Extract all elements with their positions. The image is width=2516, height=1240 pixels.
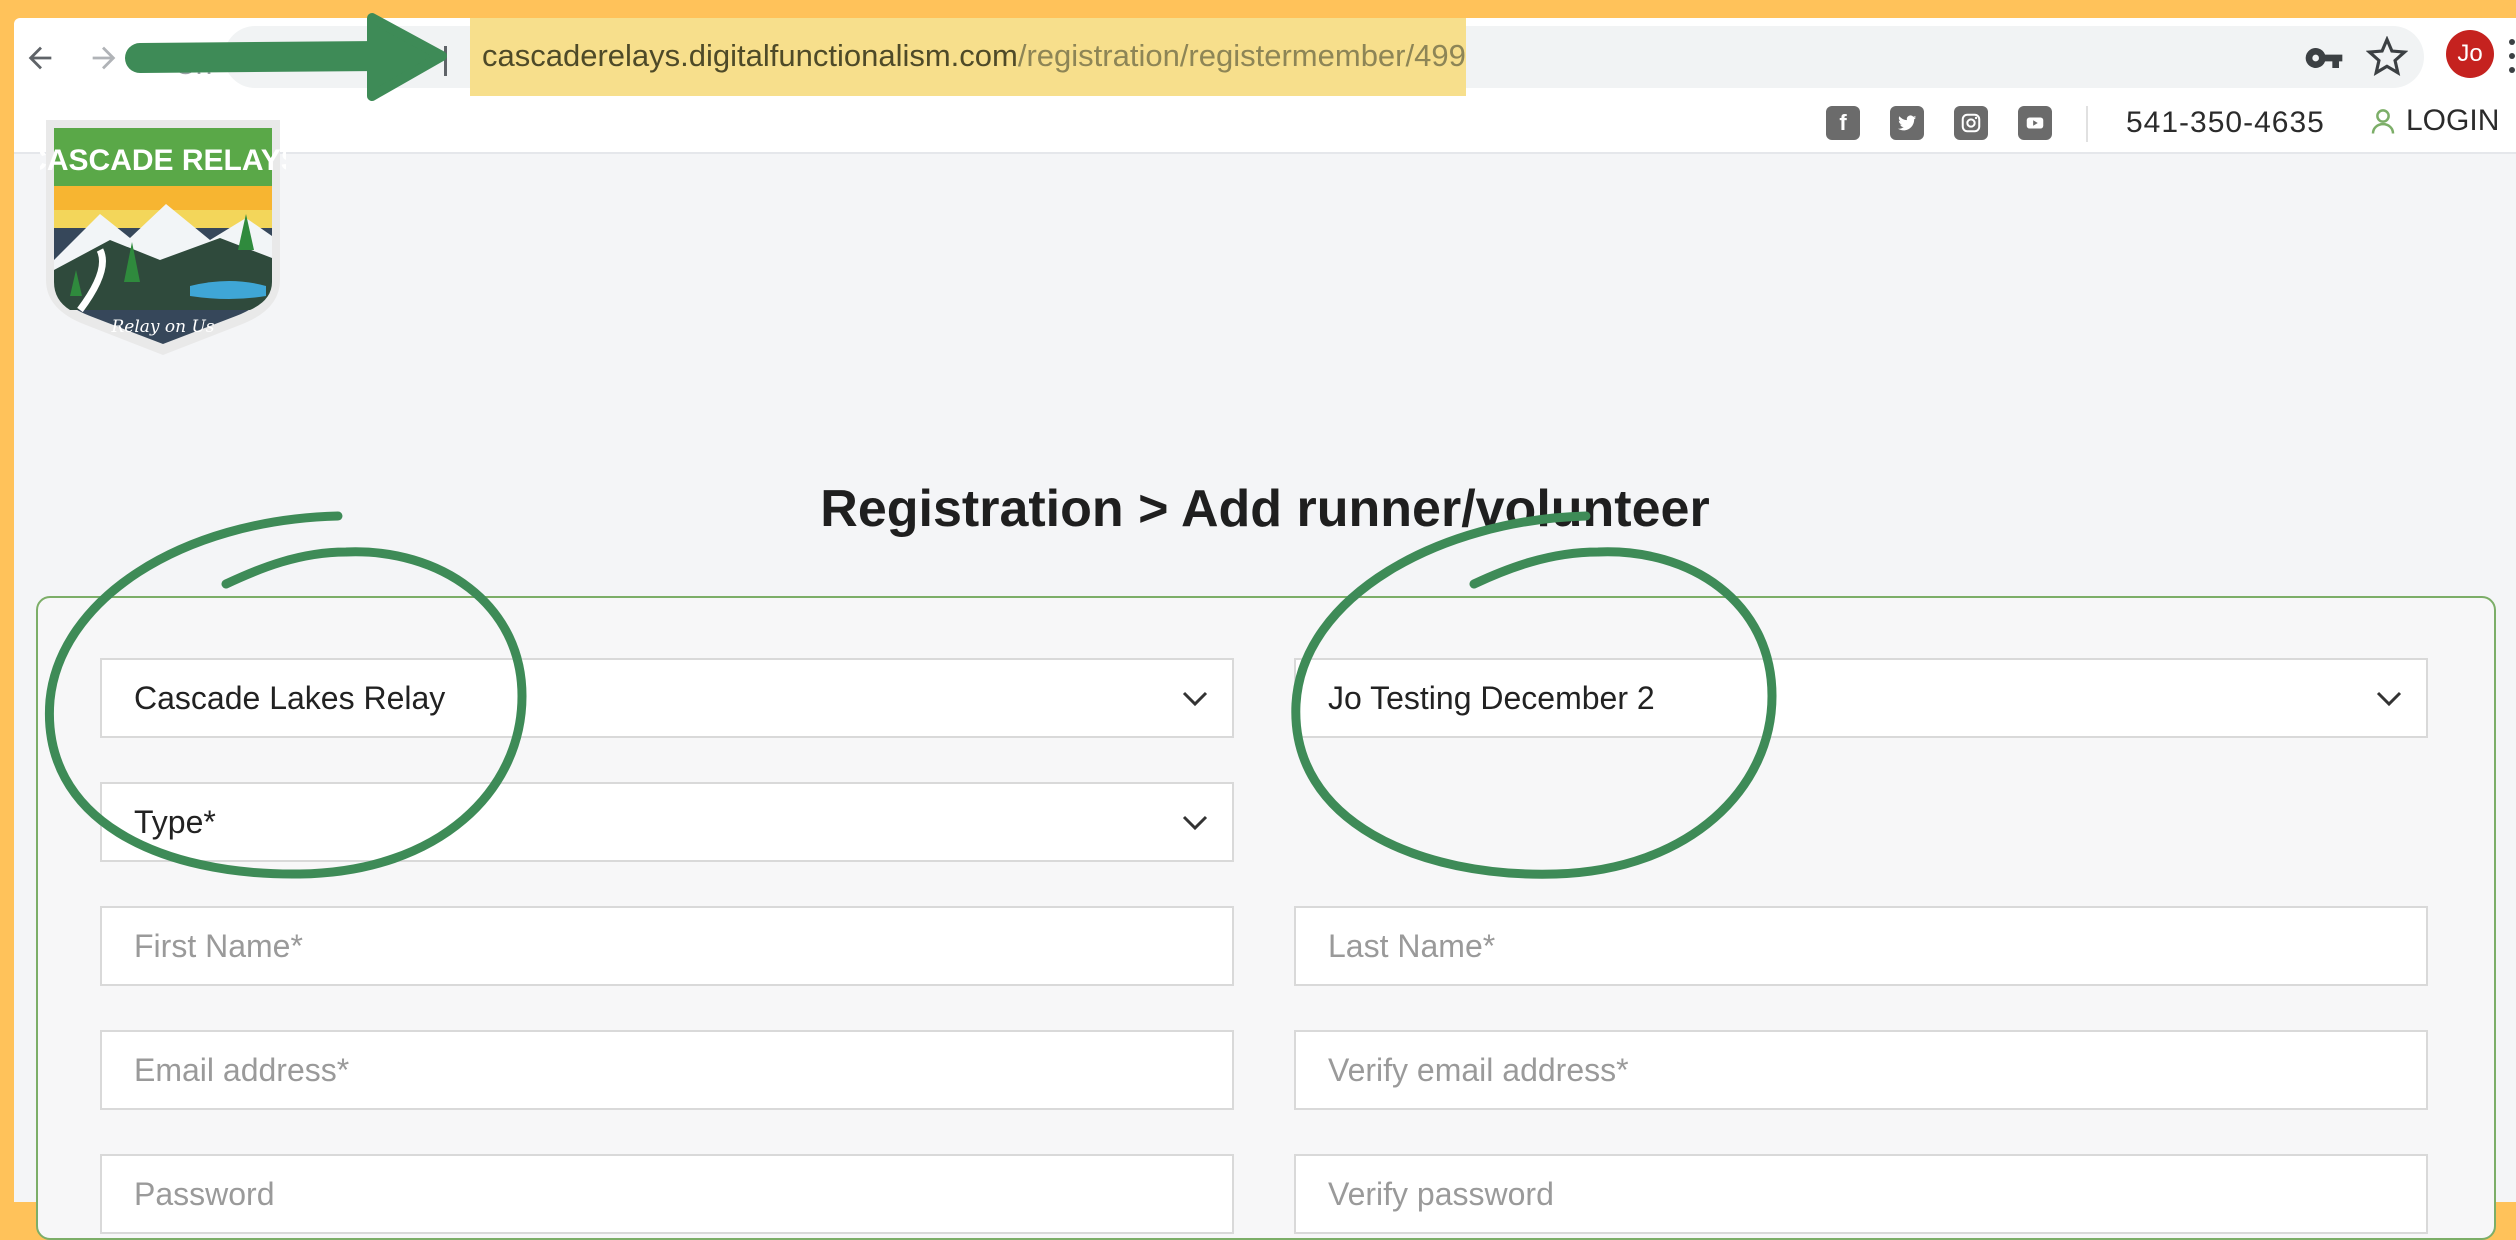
forward-button[interactable] bbox=[84, 38, 124, 78]
logo-text-bottom: Relay on Us bbox=[110, 317, 214, 337]
header-divider bbox=[2086, 106, 2088, 142]
instagram-icon[interactable] bbox=[1954, 106, 1988, 140]
page-title: Registration > Add runner/volunteer bbox=[820, 479, 1710, 538]
arrow-right-icon bbox=[92, 46, 116, 70]
key-icon[interactable] bbox=[2304, 38, 2344, 78]
chevron-down-icon bbox=[1182, 691, 1208, 707]
verify-password-field[interactable]: Verify password bbox=[1294, 1154, 2428, 1234]
registration-form: Cascade Lakes Relay Jo Testing December … bbox=[36, 596, 2496, 1240]
url-path: /registration/registermember/499 bbox=[1017, 38, 1466, 73]
url-host: cascaderelays.digitalfunctionalism.com bbox=[482, 38, 1018, 73]
team-select[interactable]: Jo Testing December 2 bbox=[1294, 658, 2428, 738]
phone-number[interactable]: 541-350-4635 bbox=[2126, 106, 2325, 140]
password-placeholder: Password bbox=[134, 1175, 275, 1212]
chevron-down-icon bbox=[2376, 691, 2402, 707]
login-link[interactable]: LOGIN bbox=[2368, 104, 2499, 138]
bookmark-star-icon[interactable] bbox=[2366, 36, 2408, 78]
browser-toolbar: Ch cascaderelays.digitalfunctionalism.co… bbox=[14, 18, 2516, 96]
arrow-left-icon bbox=[28, 46, 52, 70]
youtube-icon[interactable] bbox=[2018, 106, 2052, 140]
type-select[interactable]: Type* bbox=[100, 782, 1234, 862]
verify-password-placeholder: Verify password bbox=[1328, 1175, 1554, 1212]
facebook-icon[interactable]: f bbox=[1826, 106, 1860, 140]
email-field[interactable]: Email address* bbox=[100, 1030, 1234, 1110]
chevron-down-icon bbox=[1182, 815, 1208, 831]
cascade-relays-logo[interactable]: CASCADE RELAYS Relay on Us bbox=[40, 110, 286, 360]
login-label: LOGIN bbox=[2406, 104, 2500, 137]
menu-dots-icon[interactable] bbox=[2508, 36, 2516, 76]
first-name-placeholder: First Name* bbox=[134, 927, 303, 964]
profile-avatar[interactable]: Jo bbox=[2446, 30, 2494, 78]
email-placeholder: Email address* bbox=[134, 1051, 350, 1088]
twitter-icon[interactable] bbox=[1890, 106, 1924, 140]
site-header: f 541-350-4635 LOGIN bbox=[14, 96, 2516, 154]
tab-title: Ch bbox=[174, 48, 213, 81]
back-button[interactable] bbox=[20, 38, 60, 78]
last-name-field[interactable]: Last Name* bbox=[1294, 906, 2428, 986]
type-select-value: Type* bbox=[134, 803, 216, 840]
user-icon bbox=[2371, 109, 2395, 134]
url-text[interactable]: cascaderelays.digitalfunctionalism.com/r… bbox=[482, 38, 1466, 74]
last-name-placeholder: Last Name* bbox=[1328, 927, 1496, 964]
verify-email-placeholder: Verify email address* bbox=[1328, 1051, 1629, 1088]
logo-text-top: CASCADE RELAYS bbox=[40, 144, 286, 177]
event-select-value: Cascade Lakes Relay bbox=[134, 679, 446, 716]
event-select[interactable]: Cascade Lakes Relay bbox=[100, 658, 1234, 738]
web-page: f 541-350-4635 LOGIN CASCADE RELAYS Rela… bbox=[14, 96, 2516, 1240]
verify-email-field[interactable]: Verify email address* bbox=[1294, 1030, 2428, 1110]
password-field[interactable]: Password bbox=[100, 1154, 1234, 1234]
address-bar-divider bbox=[444, 46, 447, 76]
team-select-value: Jo Testing December 2 bbox=[1328, 679, 1655, 716]
first-name-field[interactable]: First Name* bbox=[100, 906, 1234, 986]
